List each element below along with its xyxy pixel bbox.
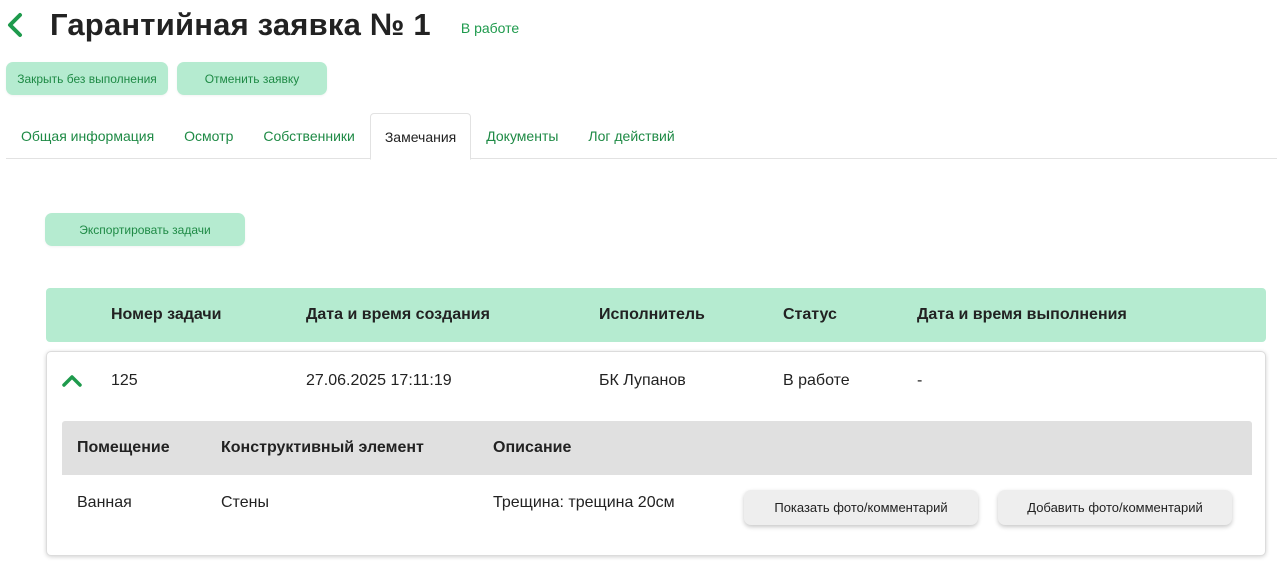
tab-general-info[interactable]: Общая информация bbox=[6, 113, 169, 159]
task-status: В работе bbox=[783, 372, 850, 389]
chevron-left-icon bbox=[8, 13, 22, 37]
cancel-request-button[interactable]: Отменить заявку bbox=[177, 62, 327, 95]
page: Гарантийная заявка № 1 В работе Закрыть … bbox=[0, 0, 1277, 564]
export-tasks-button[interactable]: Экспортировать задачи bbox=[45, 213, 245, 246]
show-photo-comment-button[interactable]: Показать фото/комментарий bbox=[744, 490, 978, 525]
tab-remarks[interactable]: Замечания bbox=[369, 113, 472, 160]
task-executor: БК Лупанов bbox=[599, 372, 686, 389]
tab-bar: Общая информация Осмотр Собственники Зам… bbox=[6, 113, 1277, 160]
task-row-card: 125 27.06.2025 17:11:19 БК Лупанов В раб… bbox=[46, 351, 1266, 556]
details-table-header: Помещение Конструктивный элемент Описани… bbox=[62, 421, 1252, 475]
task-completed: - bbox=[917, 372, 923, 389]
collapse-toggle[interactable] bbox=[61, 371, 83, 389]
page-title: Гарантийная заявка № 1 bbox=[50, 7, 431, 42]
column-header-element: Конструктивный элемент bbox=[221, 439, 424, 456]
chevron-up-icon bbox=[62, 375, 82, 387]
column-header-description: Описание bbox=[493, 439, 572, 456]
close-without-completion-button[interactable]: Закрыть без выполнения bbox=[6, 62, 168, 95]
tasks-table-header: Номер задачи Дата и время создания Испол… bbox=[46, 288, 1266, 342]
column-header-status: Статус bbox=[783, 306, 837, 323]
tab-inspection[interactable]: Осмотр bbox=[169, 113, 248, 159]
tab-owners[interactable]: Собственники bbox=[248, 113, 369, 159]
column-header-created: Дата и время создания bbox=[306, 306, 490, 323]
add-photo-comment-button[interactable]: Добавить фото/комментарий bbox=[998, 490, 1232, 525]
task-created: 27.06.2025 17:11:19 bbox=[306, 372, 452, 389]
tab-documents[interactable]: Документы bbox=[471, 113, 573, 159]
back-button[interactable] bbox=[6, 10, 24, 40]
detail-element: Стены bbox=[221, 494, 269, 511]
column-header-room: Помещение bbox=[77, 439, 170, 456]
detail-room: Ванная bbox=[77, 494, 132, 511]
page-header: Гарантийная заявка № 1 В работе bbox=[6, 4, 519, 46]
column-header-completed: Дата и время выполнения bbox=[917, 306, 1127, 323]
tab-action-log[interactable]: Лог действий bbox=[573, 113, 689, 159]
status-badge: В работе bbox=[460, 20, 520, 36]
task-number: 125 bbox=[111, 372, 138, 389]
column-header-executor: Исполнитель bbox=[599, 306, 705, 323]
details-row: Ванная Стены Трещина: трещина 20см Показ… bbox=[62, 475, 1252, 531]
detail-description: Трещина: трещина 20см bbox=[493, 494, 675, 511]
action-bar: Закрыть без выполнения Отменить заявку bbox=[6, 62, 327, 95]
table-row[interactable]: 125 27.06.2025 17:11:19 БК Лупанов В раб… bbox=[47, 352, 1265, 410]
column-header-task-number: Номер задачи bbox=[111, 306, 222, 323]
